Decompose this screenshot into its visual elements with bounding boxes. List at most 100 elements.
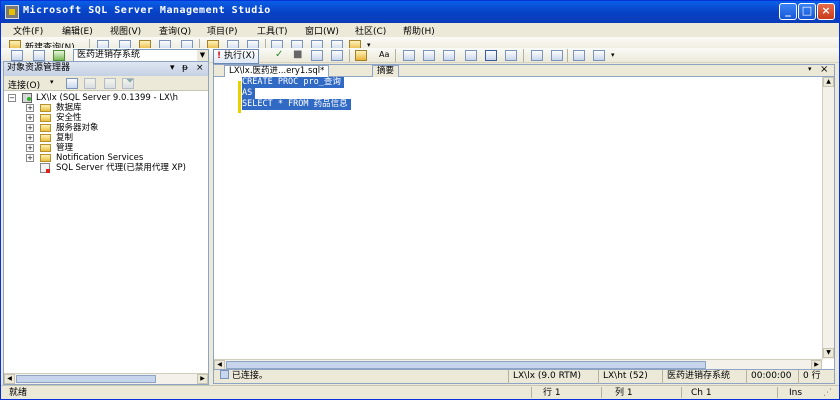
expand-icon[interactable]: + bbox=[26, 114, 34, 122]
agent-icon bbox=[40, 163, 50, 173]
scroll-thumb[interactable] bbox=[226, 361, 706, 369]
object-explorer-toolbar: 连接(O) ▾ ⏷ bbox=[4, 76, 208, 91]
show-results-icon[interactable] bbox=[505, 50, 517, 61]
menu-help[interactable]: 帮助(H) bbox=[403, 24, 435, 37]
menu-project[interactable]: 项目(P) bbox=[207, 24, 237, 37]
code-line[interactable]: AS bbox=[242, 88, 256, 99]
query-editor: LX\lx.医药进...ery1.sql* 摘要 ▾ × CREATE PROC… bbox=[213, 64, 835, 384]
folder-icon bbox=[40, 144, 51, 152]
disconnect-server-icon[interactable] bbox=[84, 78, 96, 89]
current-database: 医药进销存系统 bbox=[662, 370, 730, 384]
expand-icon[interactable]: + bbox=[26, 154, 34, 162]
uncomment-icon[interactable] bbox=[551, 50, 563, 61]
folder-icon bbox=[40, 104, 51, 112]
connect-chevron-icon[interactable]: ▾ bbox=[50, 78, 54, 86]
results-text-icon[interactable] bbox=[443, 50, 455, 61]
object-explorer-hscroll[interactable]: ◀ ▶ bbox=[4, 373, 208, 384]
close-pane-icon[interactable]: × bbox=[196, 62, 204, 75]
folder-icon bbox=[40, 134, 51, 142]
include-plan-icon[interactable] bbox=[403, 50, 415, 61]
expand-icon[interactable]: + bbox=[26, 104, 34, 112]
object-explorer-header: 对象资源管理器 ▾ ᵽ × bbox=[4, 62, 208, 76]
ready-status: 就绪 bbox=[9, 388, 28, 398]
close-button[interactable]: × bbox=[817, 3, 835, 20]
minimize-button[interactable]: _ bbox=[779, 3, 797, 20]
app-icon bbox=[5, 5, 19, 19]
scroll-right-icon[interactable]: ▶ bbox=[197, 374, 208, 384]
results-file-icon[interactable] bbox=[485, 50, 497, 61]
line-number: 行 1 bbox=[543, 388, 561, 398]
menu-view[interactable]: 视图(V) bbox=[110, 24, 141, 37]
tab-query1[interactable]: LX\lx.医药进...ery1.sql* bbox=[224, 65, 330, 77]
menu-window[interactable]: 窗口(W) bbox=[305, 24, 339, 37]
tab-list-icon[interactable]: ▾ bbox=[808, 65, 812, 73]
database-select-value: 医药进销存系统 bbox=[77, 50, 141, 60]
connection-status: 已连接。 bbox=[216, 370, 268, 384]
object-explorer-title: 对象资源管理器 bbox=[7, 63, 71, 73]
char-number: Ch 1 bbox=[691, 388, 712, 398]
stop-icon[interactable] bbox=[104, 78, 116, 89]
code-line[interactable]: SELECT * FROM 药品信息 bbox=[242, 99, 351, 110]
scroll-down-icon[interactable]: ▼ bbox=[823, 348, 834, 358]
server-icon bbox=[22, 93, 32, 103]
chevron-down-icon: ▼ bbox=[197, 50, 208, 61]
object-explorer-panel: 对象资源管理器 ▾ ᵽ × 连接(O) ▾ ⏷ − LX\lx (SQL Ser… bbox=[3, 61, 209, 385]
client-stats-icon[interactable] bbox=[423, 50, 435, 61]
server-version: LX\lx (9.0 RTM) bbox=[508, 370, 581, 384]
cancel-execute-icon[interactable]: ■ bbox=[293, 49, 302, 60]
pane-menu-icon[interactable]: ▾ bbox=[170, 62, 175, 75]
expand-icon[interactable]: + bbox=[26, 134, 34, 142]
results-grid-icon[interactable] bbox=[465, 50, 477, 61]
connect-server-icon[interactable] bbox=[66, 78, 78, 89]
menu-bar: 文件(F) 编辑(E) 视图(V) 查询(Q) 项目(P) 工具(T) 窗口(W… bbox=[1, 23, 839, 37]
query-status-bar: 已连接。 LX\lx (9.0 RTM) LX\ht (52) 医药进销存系统 … bbox=[214, 369, 834, 384]
maximize-button[interactable]: □ bbox=[798, 3, 816, 20]
window-title: Microsoft SQL Server Management Studio bbox=[23, 5, 271, 16]
scroll-up-icon[interactable]: ▲ bbox=[823, 77, 834, 87]
connected-icon bbox=[220, 370, 229, 379]
intellisense-icon[interactable] bbox=[355, 50, 367, 61]
editor-vscroll[interactable]: ▲ ▼ bbox=[822, 77, 834, 359]
changed-lines-marker bbox=[238, 81, 241, 113]
menu-query[interactable]: 查询(Q) bbox=[159, 24, 191, 37]
disconnect-icon[interactable] bbox=[53, 50, 65, 61]
menu-tools[interactable]: 工具(T) bbox=[257, 24, 288, 37]
editor-hscroll[interactable]: ◀ ▶ bbox=[214, 359, 822, 370]
resize-grip-icon[interactable]: ⋰ bbox=[823, 387, 832, 399]
title-bar[interactable]: Microsoft SQL Server Management Studio _… bbox=[1, 1, 839, 23]
pin-icon[interactable]: ᵽ bbox=[182, 62, 188, 75]
code-line[interactable]: CREATE PROC pro_查询 bbox=[242, 77, 344, 88]
insert-mode: Ins bbox=[789, 388, 803, 398]
scroll-thumb[interactable] bbox=[16, 375, 156, 383]
scroll-left-icon[interactable]: ◀ bbox=[4, 374, 15, 384]
elapsed-time: 00:00:00 bbox=[746, 370, 791, 384]
collapse-icon[interactable]: − bbox=[8, 94, 16, 102]
expand-icon[interactable]: + bbox=[26, 144, 34, 152]
change-connection-icon[interactable] bbox=[33, 50, 45, 61]
expand-icon[interactable]: + bbox=[26, 124, 34, 132]
row-count: 0 行 bbox=[798, 370, 821, 384]
folder-icon bbox=[40, 154, 51, 162]
menu-community[interactable]: 社区(C) bbox=[355, 24, 386, 37]
folder-icon bbox=[40, 124, 51, 132]
increase-indent-icon[interactable] bbox=[593, 50, 605, 61]
comment-icon[interactable] bbox=[531, 50, 543, 61]
execute-button[interactable]: ! 执行(X) bbox=[213, 49, 260, 64]
query-options-icon[interactable] bbox=[331, 50, 343, 61]
document-tabs: LX\lx.医药进...ery1.sql* 摘要 ▾ × bbox=[214, 64, 834, 77]
font-icon[interactable]: Aa bbox=[379, 50, 389, 59]
code-area[interactable]: CREATE PROC pro_查询 AS SELECT * FROM 药品信息 bbox=[214, 77, 822, 359]
menu-file[interactable]: 文件(F) bbox=[13, 24, 43, 37]
object-tree: − LX\lx (SQL Server 9.0.1399 - LX\h + 数据… bbox=[8, 93, 186, 173]
close-tab-icon[interactable]: × bbox=[820, 64, 828, 75]
connect-icon[interactable] bbox=[11, 50, 23, 61]
parse-icon[interactable]: ✓ bbox=[275, 49, 283, 60]
decrease-indent-icon[interactable] bbox=[573, 50, 585, 61]
menu-edit[interactable]: 编辑(E) bbox=[62, 24, 93, 37]
connect-dropdown[interactable]: 连接(O) bbox=[8, 78, 40, 91]
display-plan-icon[interactable] bbox=[311, 50, 323, 61]
execute-label: 执行(X) bbox=[223, 51, 256, 61]
toolbar2-overflow-icon[interactable]: ▾ bbox=[611, 51, 615, 59]
tab-summary[interactable]: 摘要 bbox=[372, 65, 400, 77]
filter-icon[interactable]: ⏷ bbox=[126, 76, 134, 87]
